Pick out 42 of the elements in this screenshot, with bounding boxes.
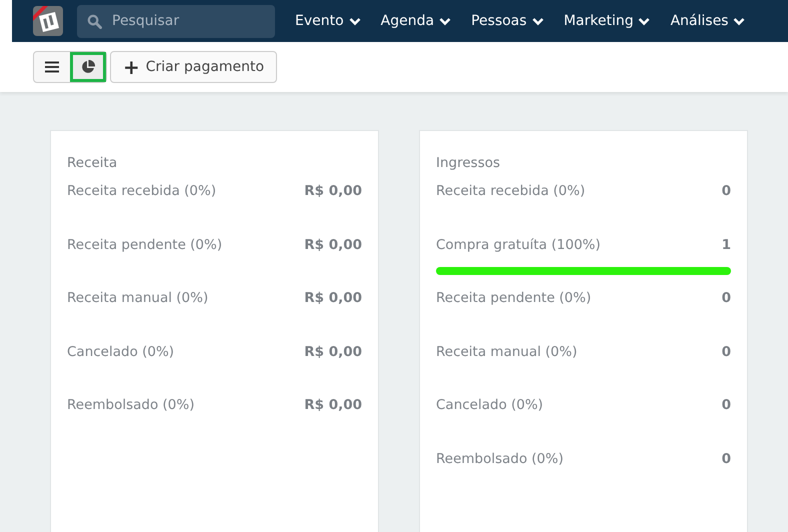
nav-menu-item[interactable]: Análises (670, 13, 746, 29)
nav-menu-item[interactable]: Evento (295, 13, 361, 29)
chevron-down-icon (733, 16, 746, 26)
card-title: Ingressos (436, 155, 502, 171)
stat-label: Reembolsado (0%) (436, 450, 564, 466)
stat-label: Cancelado (0%) (67, 344, 174, 360)
stat-label: Receita manual (0%) (436, 344, 578, 360)
nav-menu-item[interactable]: Agenda (380, 13, 452, 29)
stat-value: 0 (722, 344, 731, 360)
create-payment-button[interactable]: + Criar pagamento (110, 51, 278, 83)
stat-value: 0 (722, 290, 731, 306)
chart-view-button[interactable] (70, 52, 106, 82)
chevron-down-icon (439, 16, 452, 26)
stat-label: Compra gratuíta (100%) (436, 236, 600, 252)
stat-value: R$ 0,00 (304, 397, 362, 413)
stat-label: Receita pendente (0%) (67, 236, 222, 252)
stat-label: Receita pendente (0%) (436, 290, 592, 306)
stat-value: R$ 0,00 (304, 236, 362, 252)
menu-icon (45, 61, 59, 73)
stat-value: R$ 0,00 (304, 290, 362, 306)
stat-label: Receita manual (0%) (67, 290, 208, 306)
pie-chart-icon (81, 60, 95, 74)
search-icon (87, 14, 102, 28)
stat-value: R$ 0,00 (304, 344, 362, 360)
search-field[interactable]: Pesquisar (77, 4, 275, 38)
stat-value: 0 (722, 397, 731, 413)
stat-label: Receita recebida (0%) (67, 183, 216, 199)
nav-menu-item[interactable]: Marketing (564, 13, 650, 29)
search-input[interactable]: Pesquisar (110, 12, 264, 30)
app-logo-icon[interactable] (33, 6, 63, 36)
chevron-down-icon (348, 16, 361, 26)
stat-value: R$ 0,00 (304, 183, 362, 199)
stat-label: Receita recebida (0%) (436, 183, 586, 199)
card-title: Receita (67, 155, 118, 171)
stat-label: Reembolsado (0%) (67, 397, 194, 413)
chevron-down-icon (638, 16, 650, 26)
chevron-down-icon (532, 16, 544, 26)
stat-label: Cancelado (0%) (436, 397, 544, 413)
stat-value: 0 (722, 183, 731, 199)
nav-menu-item[interactable]: Pessoas (471, 13, 544, 29)
stat-value: 1 (722, 236, 731, 252)
stat-value: 0 (722, 450, 731, 466)
